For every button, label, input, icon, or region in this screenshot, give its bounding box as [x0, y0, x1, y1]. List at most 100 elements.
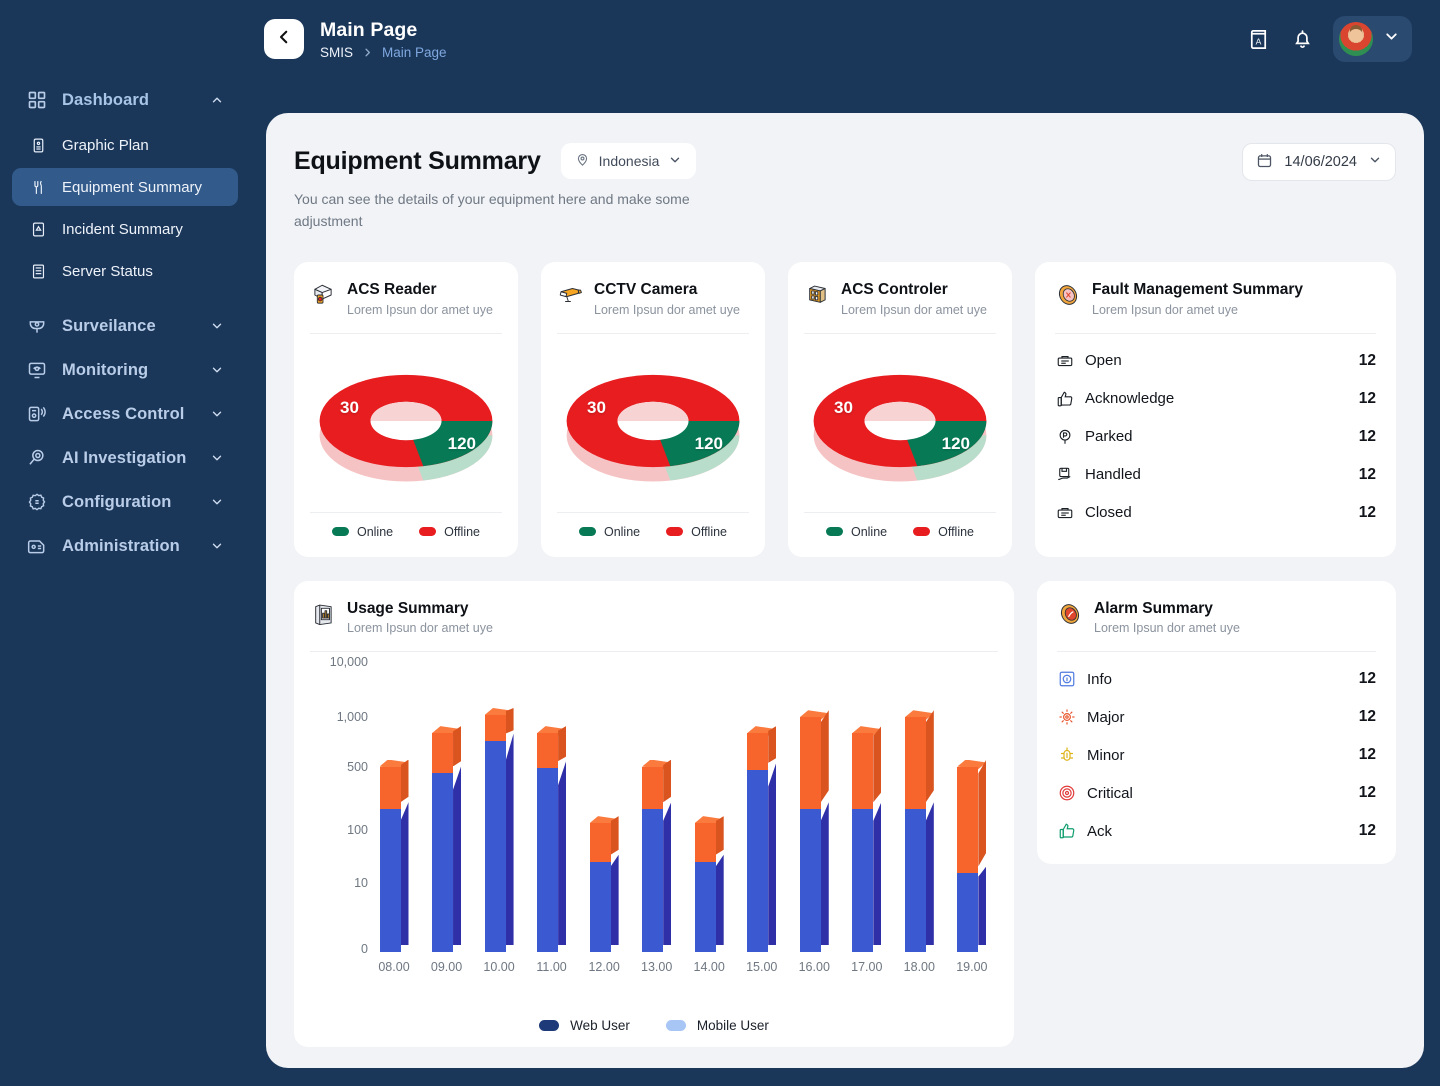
minor-icon [1057, 746, 1076, 765]
breadcrumb-current[interactable]: Main Page [382, 45, 447, 60]
legend-swatch-online [578, 527, 596, 537]
bar-segment-web-user [484, 733, 514, 953]
bar-side [453, 726, 462, 767]
bar-column[interactable] [899, 710, 939, 953]
sidebar-item-configuration[interactable]: Configuration [12, 480, 238, 524]
y-tick-label: 1,000 [336, 710, 368, 725]
sidebar-item-ai-investigation[interactable]: AI Investigation [12, 436, 238, 480]
panel-header-left: Equipment Summary Indonesia You can see … [294, 143, 697, 232]
alarm-row-ack[interactable]: Ack 12 [1057, 812, 1376, 850]
alarm-label: Info [1087, 670, 1113, 688]
alarm-label: Minor [1087, 746, 1125, 764]
alarm-row-major[interactable]: Major 12 [1057, 698, 1376, 736]
y-tick-label: 500 [347, 759, 368, 774]
legend-swatch-offline [913, 527, 931, 537]
sidebar-item-label: Surveilance [62, 316, 156, 335]
alarm-value: 12 [1358, 822, 1376, 840]
back-button[interactable] [264, 19, 304, 59]
bell-icon[interactable] [1289, 26, 1315, 52]
bar-side [558, 761, 567, 946]
breadcrumb-root[interactable]: SMIS [320, 45, 353, 60]
fault-row-handled[interactable]: Handled 12 [1055, 456, 1376, 494]
sidebar-item-label: Equipment Summary [62, 178, 203, 196]
divider [1055, 332, 1376, 334]
date-selector[interactable]: 14/06/2024 [1242, 143, 1396, 181]
card-subtitle: Lorem Ipsun dor amet uye [347, 302, 493, 317]
sidebar-item-administration[interactable]: Administration [12, 524, 238, 568]
bar-segment-web-user [432, 766, 462, 953]
bar-face [852, 733, 874, 810]
sidebar-item-monitoring[interactable]: Monitoring [12, 348, 238, 392]
bar-face [694, 823, 716, 862]
legend-online: Online [578, 525, 640, 539]
bar-side [505, 707, 514, 734]
bar-face [904, 809, 926, 953]
bar-column[interactable] [952, 759, 992, 953]
bar-column[interactable] [427, 726, 467, 953]
bar-column[interactable] [532, 726, 572, 953]
tools-icon [28, 177, 48, 197]
sidebar-item-dashboard[interactable]: Dashboard [12, 78, 238, 122]
bar-column[interactable] [847, 726, 887, 953]
bar-column[interactable] [584, 816, 624, 953]
alarm-badge-icon [1057, 601, 1083, 627]
legend-swatch-offline [419, 527, 437, 537]
sidebar-item-incident-summary[interactable]: Incident Summary [12, 210, 238, 248]
stacked-bar [694, 816, 724, 953]
bar-segment-web-user [589, 854, 619, 953]
sidebar-item-equipment-summary[interactable]: Equipment Summary [12, 168, 238, 206]
bar-column[interactable] [689, 816, 729, 953]
bar-segment-mobile-user [484, 707, 514, 741]
fault-value: 12 [1358, 465, 1376, 483]
sidebar-item-access-control[interactable]: Access Control [12, 392, 238, 436]
summary-grid: ACS Reader Lorem Ipsun dor amet uye 30 1… [294, 262, 1396, 557]
fault-row-closed[interactable]: Closed 12 [1055, 494, 1376, 532]
card-header: ACS Controler Lorem Ipsun dor amet uye [804, 280, 996, 317]
location-selector[interactable]: Indonesia [560, 143, 697, 179]
fault-label: Closed [1085, 504, 1132, 522]
legend-label: Offline [444, 524, 481, 539]
bar-column[interactable] [742, 726, 782, 953]
x-tick-label: 19.00 [956, 960, 988, 975]
fault-row-open[interactable]: Open 12 [1055, 342, 1376, 380]
fault-row-parked[interactable]: Parked 12 [1055, 418, 1376, 456]
alarm-label: Major [1087, 708, 1125, 726]
stacked-bar [642, 759, 672, 953]
profile-menu[interactable] [1333, 16, 1412, 62]
divider [804, 332, 996, 334]
sidebar-item-label: Dashboard [62, 90, 150, 109]
alarm-row-info[interactable]: Info 12 [1057, 660, 1376, 698]
sidebar-item-surveilance[interactable]: Surveilance [12, 304, 238, 348]
fault-row-acknowledge[interactable]: Acknowledge 12 [1055, 380, 1376, 418]
sidebar-item-server-status[interactable]: Server Status [12, 252, 238, 290]
alarm-row-minor[interactable]: Minor 12 [1057, 736, 1376, 774]
bar-side [978, 866, 987, 946]
sidebar-item-label: Graphic Plan [62, 136, 149, 154]
panel-header: Equipment Summary Indonesia You can see … [294, 143, 1396, 232]
bar-face [747, 733, 769, 770]
bar-column[interactable] [637, 759, 677, 953]
map-pin-icon [575, 152, 590, 170]
divider [557, 332, 749, 334]
server-icon [28, 261, 48, 281]
alarm-row-critical[interactable]: Critical 12 [1057, 774, 1376, 812]
bar-column[interactable] [794, 710, 834, 953]
chevron-down-icon [1368, 153, 1382, 171]
bar-segment-mobile-user [589, 816, 619, 862]
bar-face [484, 740, 506, 953]
divider [310, 332, 502, 334]
bar-face [694, 861, 716, 953]
bar-segment-mobile-user [694, 816, 724, 862]
fault-label: Parked [1085, 428, 1133, 446]
bar-column[interactable] [479, 707, 519, 953]
x-tick-label: 08.00 [378, 960, 410, 975]
bar-column[interactable] [374, 759, 414, 953]
x-tick-label: 10.00 [483, 960, 515, 975]
bar-segment-web-user [904, 802, 934, 953]
panel-title-row: Equipment Summary Indonesia [294, 143, 697, 179]
dictionary-icon[interactable]: A [1245, 26, 1271, 52]
card-header: Fault Management Summary Lorem Ipsun dor… [1055, 280, 1376, 317]
sidebar-item-graphic-plan[interactable]: Graphic Plan [12, 126, 238, 164]
divider [1057, 651, 1376, 653]
bar-side [768, 762, 777, 946]
